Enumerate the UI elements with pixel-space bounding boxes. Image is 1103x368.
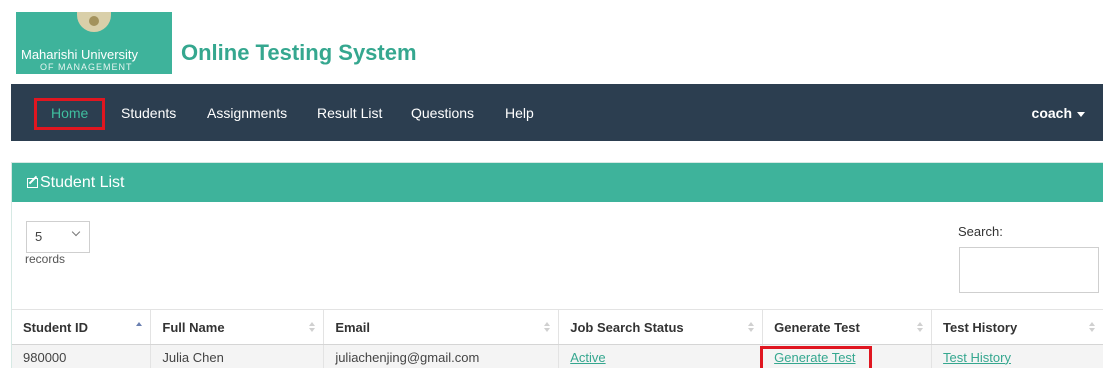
cell-test-history: Test History xyxy=(931,344,1103,368)
page: Maharishi University OF MANAGEMENT Onlin… xyxy=(0,0,1103,368)
sort-icon xyxy=(1089,322,1095,334)
sort-ascending-icon xyxy=(136,322,143,334)
job-status-link[interactable]: Active xyxy=(570,350,605,365)
column-header-email[interactable]: Email xyxy=(323,309,560,345)
sort-icon xyxy=(917,322,924,334)
sort-icon xyxy=(544,322,551,334)
university-seal-icon xyxy=(77,12,111,32)
table-row: 980000 Julia Chen juliachenjing@gmail.co… xyxy=(12,344,1103,368)
search-input[interactable] xyxy=(959,247,1099,293)
navbar: Home Students Assignments Result List Qu… xyxy=(11,84,1103,141)
panel-heading: Student List xyxy=(12,163,1103,202)
column-header-test-history[interactable]: Test History xyxy=(931,309,1103,345)
caret-down-icon xyxy=(1077,111,1085,117)
cell-generate-test: Generate Test xyxy=(760,344,933,368)
cell-email: juliachenjing@gmail.com xyxy=(323,344,560,368)
chevron-down-icon xyxy=(71,227,81,237)
column-header-generate-test[interactable]: Generate Test xyxy=(762,309,933,345)
nav-item-questions[interactable]: Questions xyxy=(411,105,474,121)
panel-title-text: Student List xyxy=(40,174,125,191)
student-table: Student ID Full Name Email Job Search St… xyxy=(12,309,1103,368)
column-header-job-search-status[interactable]: Job Search Status xyxy=(558,309,764,345)
nav-item-result-list[interactable]: Result List xyxy=(317,105,382,121)
logo-subtitle: OF MANAGEMENT xyxy=(40,62,133,72)
test-history-link[interactable]: Test History xyxy=(943,350,1011,365)
cell-full-name: Julia Chen xyxy=(150,344,325,368)
table-header-row: Student ID Full Name Email Job Search St… xyxy=(12,309,1103,345)
page-size-select[interactable]: 5 xyxy=(26,221,90,253)
logo-university-name: Maharishi University xyxy=(21,47,139,62)
nav-item-home-label: Home xyxy=(51,105,89,121)
cell-student-id: 980000 xyxy=(12,344,152,368)
app-title: Online Testing System xyxy=(181,40,417,65)
user-menu-label: coach xyxy=(1031,105,1072,121)
edit-icon xyxy=(27,178,38,188)
search-label: Search: xyxy=(958,224,1003,239)
nav-item-help[interactable]: Help xyxy=(505,105,534,121)
user-menu[interactable]: coach xyxy=(1032,105,1085,121)
page-size-value: 5 xyxy=(35,229,43,244)
student-list-panel: Student List 5 records Search: Student I… xyxy=(11,162,1103,368)
sort-icon xyxy=(748,322,755,334)
nav-item-home[interactable]: Home xyxy=(34,98,105,130)
university-logo[interactable]: Maharishi University OF MANAGEMENT xyxy=(16,12,172,74)
column-header-student-id[interactable]: Student ID xyxy=(12,309,152,345)
column-header-full-name[interactable]: Full Name xyxy=(150,309,325,345)
nav-item-assignments[interactable]: Assignments xyxy=(207,105,287,121)
panel-title: Student List xyxy=(27,174,125,192)
generate-test-link[interactable]: Generate Test xyxy=(774,350,855,365)
sort-icon xyxy=(309,322,316,334)
nav-item-students[interactable]: Students xyxy=(121,105,176,121)
records-label: records xyxy=(25,252,66,266)
cell-job-search-status: Active xyxy=(558,344,764,368)
